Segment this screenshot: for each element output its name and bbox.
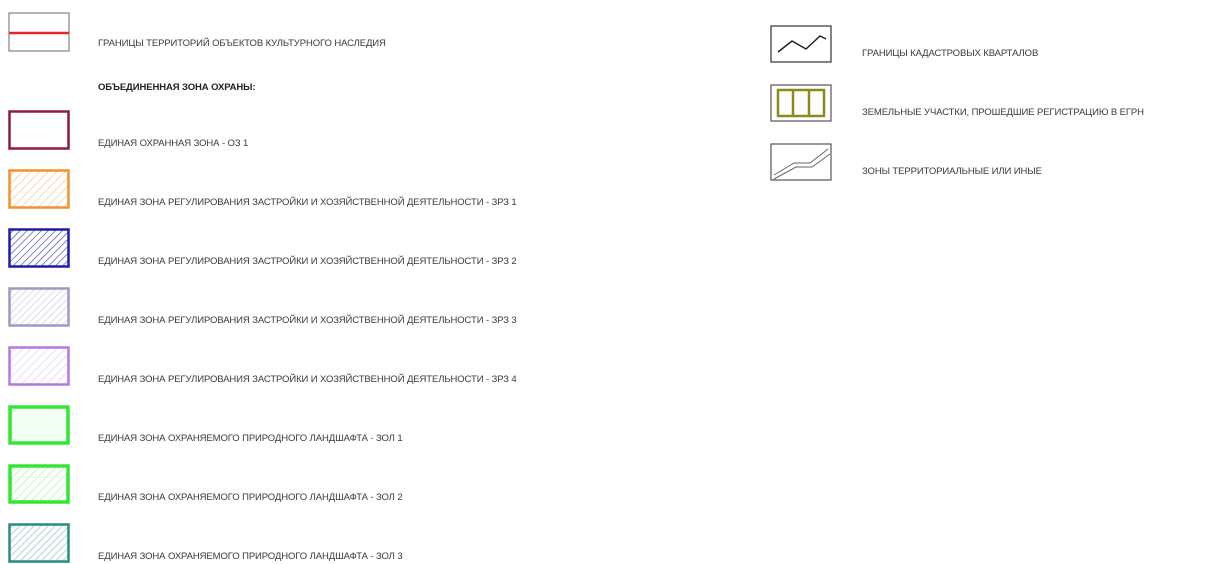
legend-label-zol1: ЕДИНАЯ ЗОНА ОХРАНЯЕМОГО ПРИРОДНОГО ЛАНДШ… xyxy=(98,433,403,444)
legend-symbol-zol1 xyxy=(8,405,70,445)
legend-symbol-territorial-zones xyxy=(770,143,832,181)
legend-symbol-zrz3 xyxy=(8,287,70,327)
legend-label-territorial-zones: ЗОНЫ ТЕРРИТОРИАЛЬНЫЕ ИЛИ ИНЫЕ xyxy=(862,166,1042,177)
legend-label-zrz3: ЕДИНАЯ ЗОНА РЕГУЛИРОВАНИЯ ЗАСТРОЙКИ И ХО… xyxy=(98,315,517,326)
legend-label-oz1: ЕДИНАЯ ОХРАННАЯ ЗОНА - ОЗ 1 xyxy=(98,138,249,149)
legend-symbol-cadastral-quarters xyxy=(770,25,832,63)
legend-symbol-zol2 xyxy=(8,464,70,504)
legend-heading: ОБЪЕДИНЕННАЯ ЗОНА ОХРАНЫ: xyxy=(98,82,256,93)
legend-label-cultural-heritage-boundary: ГРАНИЦЫ ТЕРРИТОРИЙ ОБЪЕКТОВ КУЛЬТУРНОГО … xyxy=(98,38,386,49)
legend-label-zrz1: ЕДИНАЯ ЗОНА РЕГУЛИРОВАНИЯ ЗАСТРОЙКИ И ХО… xyxy=(98,197,517,208)
legend-label-zrz4: ЕДИНАЯ ЗОНА РЕГУЛИРОВАНИЯ ЗАСТРОЙКИ И ХО… xyxy=(98,374,517,385)
legend-symbol-zrz4 xyxy=(8,346,70,386)
legend-symbol-oz1 xyxy=(8,110,70,150)
legend-label-zol2: ЕДИНАЯ ЗОНА ОХРАНЯЕМОГО ПРИРОДНОГО ЛАНДШ… xyxy=(98,492,403,503)
legend-label-cadastral-quarters: ГРАНИЦЫ КАДАСТРОВЫХ КВАРТАЛОВ xyxy=(862,48,1039,59)
legend-label-registered-plots: ЗЕМЕЛЬНЫЕ УЧАСТКИ, ПРОШЕДШИЕ РЕГИСТРАЦИЮ… xyxy=(862,107,1144,118)
legend-symbol-zol3 xyxy=(8,523,70,563)
legend-symbol-cultural-heritage-boundary xyxy=(8,12,70,52)
legend-label-zrz2: ЕДИНАЯ ЗОНА РЕГУЛИРОВАНИЯ ЗАСТРОЙКИ И ХО… xyxy=(98,256,517,267)
legend-label-zol3: ЕДИНАЯ ЗОНА ОХРАНЯЕМОГО ПРИРОДНОГО ЛАНДШ… xyxy=(98,551,403,562)
legend-symbol-zrz1 xyxy=(8,169,70,209)
legend-symbol-zrz2 xyxy=(8,228,70,268)
legend-symbol-registered-plots xyxy=(770,84,832,122)
